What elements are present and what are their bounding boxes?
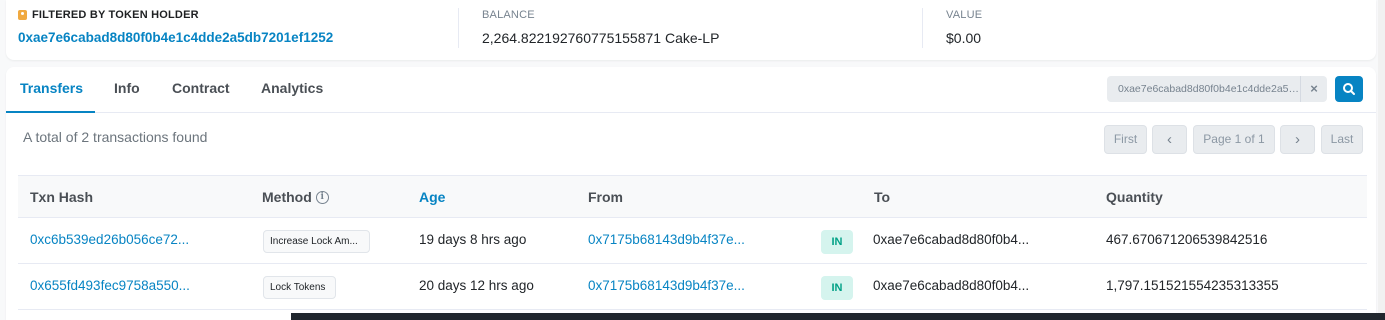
txn-hash-link[interactable]: 0x655fd493fec9758a550... [30, 278, 190, 293]
header-from: From [588, 189, 623, 205]
method-badge: Increase Lock Am... [263, 230, 370, 253]
tab-info[interactable]: Info [114, 80, 140, 96]
balance-value: 2,264.822192760775155871 Cake-LP [482, 30, 720, 46]
age-cell: 19 days 8 hrs ago [419, 232, 527, 247]
holder-column: FILTERED BY TOKEN HOLDER 0xae7e6cabad8d8… [18, 9, 333, 45]
tab-analytics[interactable]: Analytics [261, 80, 323, 96]
tab-bar: Transfers Info Contract Analytics 0xae7e… [6, 67, 1376, 113]
tab-transfers[interactable]: Transfers [20, 80, 83, 96]
quantity-cell: 1,797.151521554235313355 [1106, 278, 1279, 293]
direction-in-badge: IN [821, 230, 853, 254]
from-address-link[interactable]: 0x7175b68143d9b4f37e... [588, 232, 745, 247]
balance-column: BALANCE 2,264.822192760775155871 Cake-LP [482, 9, 719, 46]
pagination-prev-button[interactable]: ‹ [1152, 125, 1187, 154]
total-transactions-text: A total of 2 transactions found [23, 129, 208, 145]
divider [458, 8, 459, 48]
direction-in-badge: IN [821, 276, 853, 300]
close-icon[interactable]: × [1300, 76, 1327, 102]
pagination-next-button[interactable]: › [1280, 125, 1315, 154]
info-circle-icon[interactable]: i [315, 190, 329, 204]
to-address: 0xae7e6cabad8d80f0b4... [873, 232, 1030, 247]
from-address-link[interactable]: 0x7175b68143d9b4f37e... [588, 278, 745, 293]
pagination-last-button[interactable]: Last [1321, 125, 1363, 154]
scrollbar-track[interactable] [1378, 0, 1385, 313]
value-label: VALUE [946, 9, 983, 21]
table-row: 0x655fd493fec9758a550... Lock Tokens 20 … [18, 264, 1367, 310]
token-holder-icon [18, 10, 27, 20]
balance-label: BALANCE [482, 9, 535, 21]
header-method-label: Method [262, 189, 312, 205]
search-button[interactable] [1335, 76, 1363, 102]
taskbar-strip [291, 313, 1385, 320]
pagination-first-button[interactable]: First [1104, 125, 1147, 154]
address-filter-input[interactable]: 0xae7e6cabad8d80f0b4e1c4dde2a5db7201ef12… [1107, 76, 1300, 102]
active-tab-indicator [6, 111, 95, 113]
transfers-card: Transfers Info Contract Analytics 0xae7e… [6, 67, 1376, 320]
header-quantity: Quantity [1106, 189, 1163, 205]
holder-label: FILTERED BY TOKEN HOLDER [32, 9, 199, 21]
pagination-page-indicator: Page 1 of 1 [1193, 125, 1275, 154]
holder-label-row: FILTERED BY TOKEN HOLDER [18, 9, 333, 21]
quantity-cell: 467.670671206539842516 [1106, 232, 1268, 247]
divider [922, 8, 923, 48]
method-badge: Lock Tokens [263, 276, 336, 299]
value-amount: $0.00 [946, 30, 982, 46]
token-holder-summary: FILTERED BY TOKEN HOLDER 0xae7e6cabad8d8… [6, 0, 1376, 60]
age-cell: 20 days 12 hrs ago [419, 278, 534, 293]
to-address: 0xae7e6cabad8d80f0b4... [873, 278, 1030, 293]
table-header: Txn Hash Method i Age From To Quantity [18, 175, 1367, 218]
header-age[interactable]: Age [419, 189, 445, 205]
txn-hash-link[interactable]: 0xc6b539ed26b056ce72... [30, 232, 189, 247]
tab-contract[interactable]: Contract [172, 80, 230, 96]
value-column: VALUE $0.00 [946, 9, 982, 46]
header-method: Method i [262, 189, 329, 205]
search-icon [1343, 83, 1355, 95]
table-row: 0xc6b539ed26b056ce72... Increase Lock Am… [18, 218, 1367, 264]
header-txn-hash: Txn Hash [30, 189, 94, 205]
header-to: To [874, 189, 891, 205]
holder-address-link[interactable]: 0xae7e6cabad8d80f0b4e1c4dde2a5db7201ef12… [18, 30, 333, 45]
